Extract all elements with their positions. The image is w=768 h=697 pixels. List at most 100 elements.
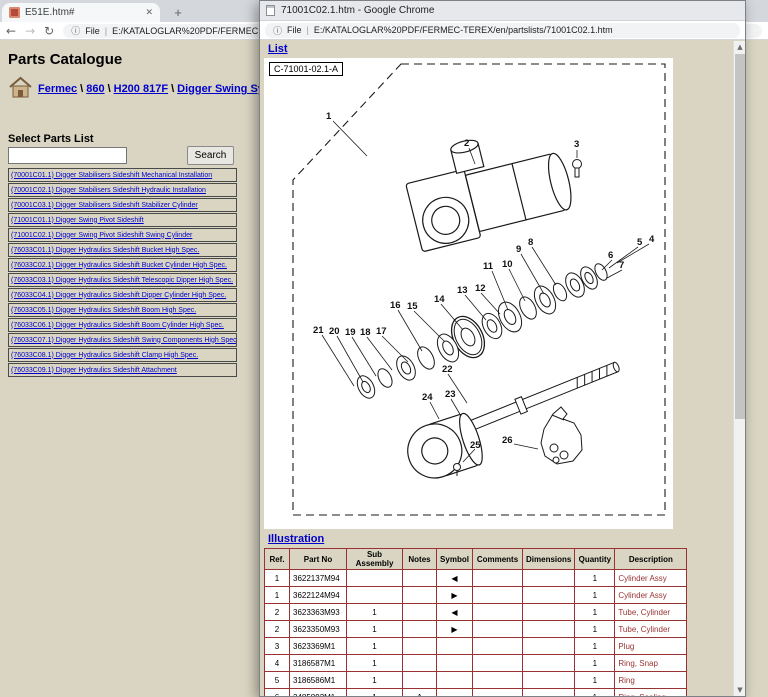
cell-part-no: 3623350M93 — [290, 621, 347, 638]
cell-comments — [473, 638, 523, 655]
info-icon: ⓘ — [273, 24, 282, 37]
illustration-link[interactable]: Illustration — [268, 533, 324, 545]
parts-list-item: (76033C04.1) Digger Hydraulics Sideshift… — [8, 288, 237, 302]
cell-part-no: 3623363M93 — [290, 604, 347, 621]
cell-quantity: 1 — [575, 621, 615, 638]
back-icon[interactable]: ← — [6, 25, 16, 37]
search-button[interactable]: Search — [187, 146, 234, 165]
parts-list-item: (70001C02.1) Digger Stabilisers Sideshif… — [8, 183, 237, 197]
parts-list-item: (76033C02.1) Digger Hydraulics Sideshift… — [8, 258, 237, 272]
reload-icon[interactable]: ↻ — [44, 25, 54, 37]
parts-list-link[interactable]: (76033C07.1) Digger Hydraulics Sideshift… — [11, 337, 237, 344]
callout-label: 11 — [483, 261, 494, 272]
callout-label: 1 — [326, 111, 332, 122]
parts-list-link[interactable]: (70001C03.1) Digger Stabilisers Sideshif… — [11, 202, 198, 209]
callout-label: 19 — [345, 327, 356, 338]
popup-title-bar[interactable]: 71001C02.1.htm - Google Chrome — [260, 1, 745, 21]
callout-label: 25 — [470, 440, 481, 451]
parts-list-link[interactable]: (76033C03.1) Digger Hydraulics Sideshift… — [11, 277, 233, 284]
callout-label: 20 — [329, 326, 340, 337]
breadcrumb-link-digger-swing[interactable]: Digger Swing Sy — [177, 83, 264, 95]
cell-symbol — [437, 689, 473, 697]
list-link[interactable]: List — [268, 43, 288, 55]
cell-part-no: 3485892M1 — [290, 689, 347, 697]
callout-label: 13 — [457, 285, 468, 296]
figure-label: C-71001-02.1-A — [269, 62, 343, 76]
scrollbar-down-icon[interactable]: ▼ — [734, 684, 745, 696]
parts-list: (70001C01.1) Digger Stabilisers Sideshif… — [8, 168, 237, 378]
cell-notes — [403, 604, 437, 621]
parts-list-item: (76033C03.1) Digger Hydraulics Sideshift… — [8, 273, 237, 287]
parts-list-item: (70001C01.1) Digger Stabilisers Sideshif… — [8, 168, 237, 182]
cell-comments — [473, 672, 523, 689]
cell-quantity: 1 — [575, 570, 615, 587]
parts-list-link[interactable]: (76033C06.1) Digger Hydraulics Sideshift… — [11, 322, 224, 329]
illustration-figure: C-71001-02.1-A — [264, 58, 673, 529]
scrollbar-up-icon[interactable]: ▲ — [734, 41, 745, 53]
url-scheme-label: File — [287, 25, 302, 35]
callout-label: 2 — [464, 138, 469, 149]
cell-notes: A — [403, 689, 437, 697]
home-icon[interactable] — [8, 76, 33, 99]
tab-close-icon[interactable]: ✕ — [145, 8, 153, 18]
select-parts-list-label: Select Parts List — [8, 133, 94, 145]
parts-list-link[interactable]: (76033C08.1) Digger Hydraulics Sideshift… — [11, 352, 198, 359]
browser-tab[interactable]: E51E.htm# ✕ — [2, 3, 160, 22]
tab-title: E51E.htm# — [25, 7, 140, 18]
callout-label: 23 — [445, 389, 456, 400]
parts-list-link[interactable]: (71001C02.1) Digger Swing Pivot Sideshif… — [11, 232, 192, 239]
column-header: Symbol — [437, 549, 473, 570]
parts-list-link[interactable]: (70001C02.1) Digger Stabilisers Sideshif… — [11, 187, 206, 194]
column-header: Comments — [473, 549, 523, 570]
parts-list-link[interactable]: (70001C01.1) Digger Stabilisers Sideshif… — [11, 172, 212, 179]
cell-notes — [403, 672, 437, 689]
cell-quantity: 1 — [575, 587, 615, 604]
cell-quantity: 1 — [575, 672, 615, 689]
breadcrumb-separator: \ — [168, 83, 177, 95]
breadcrumb-link-fermec[interactable]: Fermec — [38, 83, 77, 95]
scrollbar-thumb[interactable] — [735, 54, 745, 419]
table-row: 6 3485892M1 1 A 1 Ring, Sealing — [265, 689, 687, 697]
callout-label: 26 — [502, 435, 513, 446]
popup-address-bar[interactable]: ⓘ File | E:/KATALOGLAR%20PDF/FERMEC-TERE… — [265, 23, 740, 38]
breadcrumb: Fermec\860\H200 817F\Digger Swing Sy — [38, 83, 264, 95]
parts-list-link[interactable]: (76033C04.1) Digger Hydraulics Sideshift… — [11, 292, 226, 299]
parts-list-item: (71001C02.1) Digger Swing Pivot Sideshif… — [8, 228, 237, 242]
cell-description: Ring, Sealing — [615, 689, 687, 697]
callout-label: 5 — [637, 237, 643, 248]
breadcrumb-link-h200-817f[interactable]: H200 817F — [114, 83, 168, 95]
cell-comments — [473, 570, 523, 587]
cell-comments — [473, 604, 523, 621]
parts-list-link[interactable]: (76033C02.1) Digger Hydraulics Sideshift… — [11, 262, 227, 269]
column-header: Notes — [403, 549, 437, 570]
parts-list-item: (71001C01.1) Digger Swing Pivot Sideshif… — [8, 213, 237, 227]
cell-description: Ring, Snap — [615, 655, 687, 672]
scrollbar[interactable]: ▲ ▼ — [733, 41, 745, 696]
breadcrumb-separator: \ — [105, 83, 114, 95]
parts-list-link[interactable]: (76033C01.1) Digger Hydraulics Sideshift… — [11, 247, 199, 254]
new-tab-button[interactable]: + — [170, 5, 186, 21]
parts-list-link[interactable]: (71001C01.1) Digger Swing Pivot Sideshif… — [11, 217, 144, 224]
cell-description: Plug — [615, 638, 687, 655]
cell-part-no: 3622124M94 — [290, 587, 347, 604]
parts-list-link[interactable]: (76033C09.1) Digger Hydraulics Sideshift… — [11, 367, 177, 374]
parts-list-item: (76033C09.1) Digger Hydraulics Sideshift… — [8, 363, 237, 377]
url-text: E:/KATALOGLAR%20PDF/FERMEC — [112, 26, 258, 36]
tab-favicon-icon — [9, 7, 20, 18]
breadcrumb-link-860[interactable]: 860 — [86, 83, 104, 95]
parts-list-link[interactable]: (76033C05.1) Digger Hydraulics Sideshift… — [11, 307, 196, 314]
table-row: 2 3623363M93 1 ◀ 1 Tube, Cylinder — [265, 604, 687, 621]
column-header: Dimensions — [523, 549, 575, 570]
search-input[interactable] — [8, 147, 127, 164]
forward-icon[interactable]: → — [25, 25, 35, 37]
popup-window-title: 71001C02.1.htm - Google Chrome — [281, 5, 434, 16]
popup-toolbar: ⓘ File | E:/KATALOGLAR%20PDF/FERMEC-TERE… — [260, 21, 745, 40]
cell-notes — [403, 621, 437, 638]
cell-symbol — [437, 638, 473, 655]
cell-comments — [473, 655, 523, 672]
exploded-diagram: 1 2 3 4 5 6 7 8 9 10 11 12 13 14 15 16 1 — [264, 58, 673, 529]
table-header-row: Ref. Part No Sub Assembly Notes Symbol C… — [265, 549, 687, 570]
cell-notes — [403, 638, 437, 655]
parts-list-item: (76033C08.1) Digger Hydraulics Sideshift… — [8, 348, 237, 362]
callout-label: 8 — [528, 237, 533, 248]
